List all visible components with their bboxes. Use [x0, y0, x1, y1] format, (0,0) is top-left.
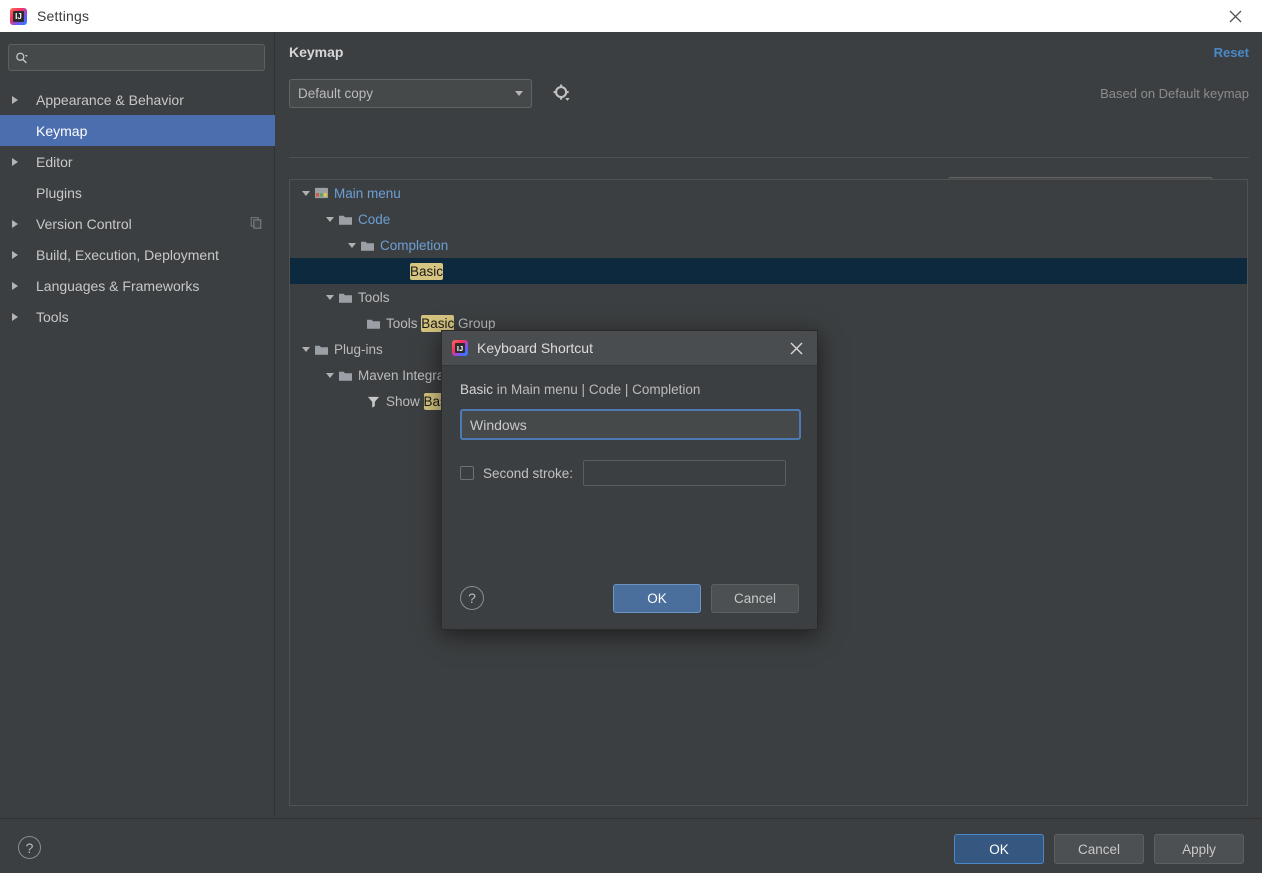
chevron-down-icon[interactable] [322, 294, 338, 300]
dialog-buttons: OK Cancel [613, 583, 799, 613]
second-stroke-checkbox[interactable] [460, 466, 474, 480]
intellij-logo-icon [452, 340, 468, 356]
sidebar-item-label: Keymap [36, 122, 88, 139]
dialog-ok-button[interactable]: OK [613, 583, 701, 613]
dialog-help-button[interactable]: ? [460, 586, 484, 610]
sidebar-item-label: Build, Execution, Deployment [36, 246, 219, 263]
tree-row-label: Main menu [334, 185, 401, 201]
gear-icon[interactable] [550, 81, 574, 105]
chevron-down-icon[interactable] [322, 216, 338, 222]
keymap-select-value: Default copy [298, 85, 374, 101]
based-on-label: Based on Default keymap [1100, 85, 1249, 101]
close-icon[interactable] [1218, 4, 1252, 28]
settings-sidebar: Appearance & Behavior Keymap Editor Plug… [0, 32, 275, 817]
reset-link[interactable]: Reset [1214, 45, 1249, 60]
tree-row-label: Code [358, 211, 391, 227]
divider [289, 157, 1249, 158]
tree-row-label: Tools [358, 289, 390, 305]
sidebar-item-build-execution-deployment[interactable]: Build, Execution, Deployment [0, 239, 275, 270]
window-titlebar: Settings [0, 0, 1262, 32]
window-bottom-bar: ? OK Cancel Apply [0, 818, 1262, 873]
chevron-right-icon[interactable] [12, 250, 30, 259]
dialog-title: Keyboard Shortcut [477, 340, 593, 356]
sidebar-item-languages-frameworks[interactable]: Languages & Frameworks [0, 270, 275, 301]
tree-row-label-part: Show [386, 393, 424, 409]
tree-row-label: Completion [380, 237, 449, 253]
chevron-down-icon[interactable] [298, 346, 314, 352]
tree-row-label-part: Tools [386, 315, 422, 331]
tree-row[interactable]: Basic [290, 258, 1247, 284]
chevron-right-icon[interactable] [12, 157, 30, 166]
window-title: Settings [37, 8, 90, 24]
intellij-logo-icon [10, 7, 27, 25]
tree-row-label: Plug-ins [334, 341, 383, 357]
tree-row-label-part: Group [454, 315, 496, 331]
settings-window: Settings Appearance & Behavior Keymap Ed… [0, 0, 1262, 873]
apply-button[interactable]: Apply [1154, 834, 1244, 864]
chevron-down-icon[interactable] [298, 190, 314, 196]
dialog-footer: ? OK Cancel [442, 567, 817, 629]
dialog-body: Basic in Main menu | Code | Completion W… [442, 366, 817, 486]
sidebar-item-version-control[interactable]: Version Control [0, 208, 275, 239]
sidebar-item-label: Editor [36, 153, 73, 170]
folder-icon [338, 369, 353, 382]
folder-icon [360, 239, 375, 252]
chevron-right-icon[interactable] [12, 281, 30, 290]
keymap-select[interactable]: Default copy [289, 78, 532, 108]
shortcut-input-value: Windows [470, 416, 527, 433]
tree-row-label: Basic [410, 262, 444, 280]
second-stroke-label: Second stroke: [483, 465, 574, 481]
sidebar-item-appearance-behavior[interactable]: Appearance & Behavior [0, 84, 275, 115]
help-button[interactable]: ? [18, 836, 41, 859]
folder-icon [314, 343, 329, 356]
chevron-right-icon[interactable] [12, 312, 30, 321]
second-stroke-row: Second stroke: [460, 460, 799, 486]
second-stroke-input[interactable] [583, 460, 787, 486]
tree-row[interactable]: Tools [290, 284, 1247, 310]
sidebar-item-label: Languages & Frameworks [36, 277, 200, 294]
main-menu-icon [314, 186, 329, 200]
shortcut-context-action: Basic [460, 382, 494, 397]
chevron-right-icon[interactable] [12, 219, 30, 228]
sidebar-search-box[interactable] [8, 44, 265, 71]
dialog-cancel-button[interactable]: Cancel [711, 583, 799, 613]
chevron-down-icon[interactable] [344, 242, 360, 248]
chevron-down-icon [515, 90, 523, 96]
sidebar-item-editor[interactable]: Editor [0, 146, 275, 177]
tree-row[interactable]: Main menu [290, 180, 1247, 206]
dialog-titlebar: Keyboard Shortcut [442, 331, 817, 366]
chevron-down-icon[interactable] [322, 372, 338, 378]
keyboard-shortcut-dialog: Keyboard Shortcut Basic in Main menu | C… [441, 330, 818, 630]
sidebar-item-tools[interactable]: Tools [0, 301, 275, 332]
sidebar-item-label: Version Control [36, 215, 132, 232]
sidebar-list: Appearance & Behavior Keymap Editor Plug… [0, 84, 275, 332]
folder-icon [338, 291, 353, 304]
shortcut-context-label: Basic in Main menu | Code | Completion [460, 382, 799, 397]
sidebar-item-plugins[interactable]: Plugins [0, 177, 275, 208]
sidebar-search-input[interactable] [32, 50, 258, 65]
page-title: Keymap [289, 44, 344, 60]
chevron-right-icon[interactable] [12, 95, 30, 104]
sidebar-item-keymap[interactable]: Keymap [0, 115, 275, 146]
dialog-action-buttons: OK Cancel Apply [954, 834, 1244, 864]
keymap-header: Keymap Reset [289, 44, 1249, 60]
shortcut-context-path: in Main menu | Code | Completion [493, 382, 701, 397]
cancel-button[interactable]: Cancel [1054, 834, 1144, 864]
keymap-selector-row: Default copy Based on Default keymap [289, 78, 1249, 108]
close-icon[interactable] [785, 337, 807, 359]
sidebar-item-label: Plugins [36, 184, 82, 201]
filter-icon [366, 395, 381, 408]
search-icon [16, 52, 28, 63]
copy-icon [249, 215, 263, 232]
ok-button[interactable]: OK [954, 834, 1044, 864]
tree-row-highlight: Basic [421, 314, 455, 332]
sidebar-item-label: Tools [36, 308, 69, 325]
folder-icon [366, 317, 381, 330]
shortcut-input[interactable]: Windows [460, 409, 801, 440]
sidebar-item-label: Appearance & Behavior [36, 91, 184, 108]
tree-row[interactable]: Code [290, 206, 1247, 232]
folder-icon [338, 213, 353, 226]
tree-row[interactable]: Completion [290, 232, 1247, 258]
